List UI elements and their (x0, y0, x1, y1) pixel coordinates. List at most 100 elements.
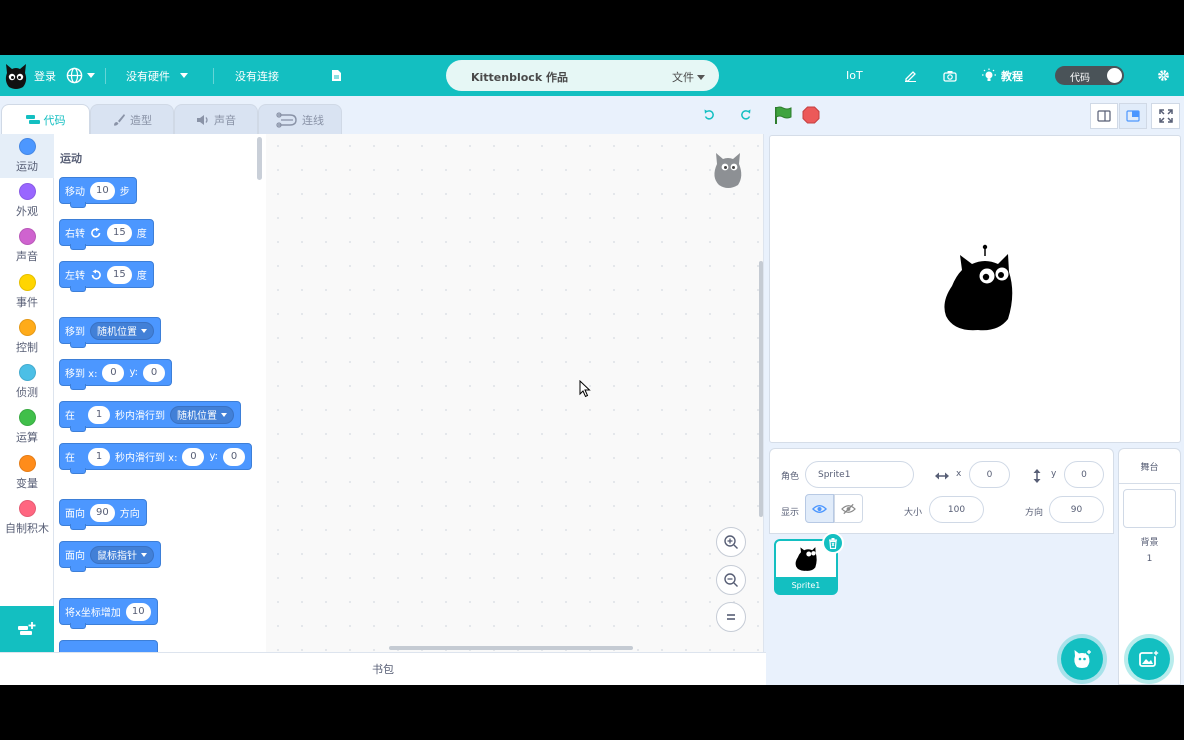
stage-canvas[interactable] (769, 135, 1181, 443)
block-partial[interactable] (59, 640, 158, 652)
block-input[interactable]: 0 (182, 447, 205, 466)
toggle-knob (1107, 68, 1122, 83)
category-label: 侦测 (16, 386, 38, 399)
category-variables[interactable]: 变量 (0, 451, 54, 495)
fullscreen-button[interactable] (1151, 103, 1180, 129)
stage-thumbnail[interactable] (1123, 489, 1176, 528)
trash-icon (829, 537, 837, 549)
x-label: x (956, 469, 962, 479)
block-input[interactable]: 0 (223, 447, 246, 466)
file-icon[interactable] (331, 55, 342, 96)
block-input[interactable]: 15 (107, 265, 132, 284)
block-input[interactable]: 1 (88, 405, 110, 424)
category-label: 声音 (16, 250, 38, 263)
workspace-vertical-scrollbar[interactable] (759, 261, 763, 517)
block-turn-left[interactable]: 左转 15 度 (59, 261, 154, 292)
kitten-sprite[interactable] (942, 244, 1014, 334)
language-menu[interactable] (66, 55, 95, 96)
block-glide-xy[interactable]: 在 1 秒内滑行到 x: 0 y: 0 (59, 443, 253, 474)
x-position-field[interactable]: 0 (969, 461, 1010, 488)
green-flag-button[interactable] (772, 104, 794, 126)
code-icon (25, 114, 40, 124)
redo-button[interactable] (737, 104, 755, 126)
kittenblock-logo[interactable] (3, 55, 29, 96)
tab-wiring[interactable]: 连线 (258, 104, 342, 134)
add-sprite-button[interactable] (1061, 638, 1103, 680)
block-dropdown[interactable]: 随机位置 (90, 321, 154, 340)
stop-button[interactable] (800, 104, 822, 126)
project-title-box[interactable]: Kittenblock 作品 文件 (446, 60, 719, 91)
code-mode-toggle[interactable]: 代码 (1055, 66, 1124, 85)
sprite-tile[interactable]: Sprite1 (774, 532, 844, 595)
category-operators[interactable]: 运算 (0, 405, 54, 449)
backpack-bar[interactable]: 书包 (0, 652, 766, 685)
block-turn-right[interactable]: 右转 15 度 (59, 219, 154, 250)
login-button[interactable]: 登录 (34, 55, 56, 96)
undo-button[interactable] (700, 104, 718, 126)
category-sensing[interactable]: 侦测 (0, 360, 54, 404)
normal-stage-button[interactable] (1119, 103, 1147, 129)
block-move-steps[interactable]: 移动 10 步 (59, 177, 137, 208)
block-point-towards[interactable]: 面向 鼠标指针 (59, 541, 161, 572)
sprite-name-field[interactable]: Sprite1 (805, 461, 914, 488)
block-input[interactable]: 15 (107, 223, 132, 242)
file-menu[interactable]: 文件 (672, 69, 705, 85)
add-extension-button[interactable] (0, 606, 54, 652)
tutorial-button[interactable]: 教程 (981, 55, 1023, 96)
connection-button[interactable]: 没有连接 (235, 55, 279, 96)
sprite-thumbnail (795, 547, 817, 571)
add-sprite-icon (1074, 648, 1093, 668)
block-goto[interactable]: 移到 随机位置 (59, 317, 161, 348)
block-goto-xy[interactable]: 移到 x: 0 y: 0 (59, 359, 173, 390)
small-stage-button[interactable] (1090, 103, 1118, 129)
block-glide-to[interactable]: 在 1 秒内滑行到 随机位置 (59, 401, 241, 432)
settings-gear-icon[interactable] (1157, 55, 1170, 96)
camera-icon[interactable] (943, 55, 957, 96)
code-toggle-label: 代码 (1070, 73, 1090, 84)
direction-field[interactable]: 90 (1049, 496, 1104, 523)
tab-code[interactable]: 代码 (1, 104, 90, 134)
chevron-down-icon (697, 74, 705, 80)
tab-costumes[interactable]: 造型 (90, 104, 174, 134)
category-events[interactable]: 事件 (0, 270, 54, 314)
block-text: 左转 (65, 271, 85, 282)
block-dropdown[interactable]: 鼠标指针 (90, 545, 154, 564)
tab-sounds[interactable]: 声音 (174, 104, 258, 134)
block-text: 移动 (65, 187, 85, 198)
category-control[interactable]: 控制 (0, 315, 54, 359)
zoom-in-button[interactable] (716, 527, 746, 557)
size-field[interactable]: 100 (929, 496, 984, 523)
hide-sprite-button[interactable] (834, 494, 863, 523)
pen-icon[interactable] (904, 55, 917, 96)
block-input[interactable]: 0 (102, 363, 125, 382)
tutorial-label: 教程 (1001, 69, 1023, 83)
palette-scrollbar[interactable] (257, 137, 262, 180)
zoom-out-button[interactable] (716, 565, 746, 595)
category-my-blocks[interactable]: 自制积木 (0, 496, 54, 540)
block-input[interactable]: 10 (125, 602, 151, 621)
palette-section-title: 运动 (60, 152, 82, 165)
block-dropdown[interactable]: 随机位置 (170, 405, 234, 424)
block-input[interactable]: 10 (90, 181, 115, 200)
block-change-x[interactable]: 将x坐标增加 10 (59, 598, 158, 629)
code-workspace[interactable] (266, 134, 764, 652)
category-sound[interactable]: 声音 (0, 224, 54, 268)
delete-sprite-button[interactable] (822, 532, 844, 554)
y-position-field[interactable]: 0 (1064, 461, 1104, 488)
block-input[interactable]: 0 (143, 363, 166, 382)
category-motion[interactable]: 运动 (0, 134, 54, 178)
zoom-reset-button[interactable] (716, 602, 746, 632)
category-looks[interactable]: 外观 (0, 179, 54, 223)
show-sprite-button[interactable] (805, 494, 834, 523)
block-text: y: (209, 451, 219, 462)
block-input[interactable]: 90 (90, 503, 115, 522)
add-backdrop-button[interactable] (1128, 638, 1170, 680)
workspace-horizontal-scrollbar[interactable] (389, 646, 633, 650)
block-input[interactable]: 1 (88, 447, 110, 466)
category-dot (18, 500, 36, 517)
iot-button[interactable]: IoT (846, 55, 863, 96)
project-title[interactable]: Kittenblock 作品 (471, 69, 568, 85)
hardware-menu[interactable]: 没有硬件 (126, 55, 188, 96)
block-point-direction[interactable]: 面向 90 方向 (59, 499, 147, 530)
fullscreen-icon (1158, 109, 1173, 123)
